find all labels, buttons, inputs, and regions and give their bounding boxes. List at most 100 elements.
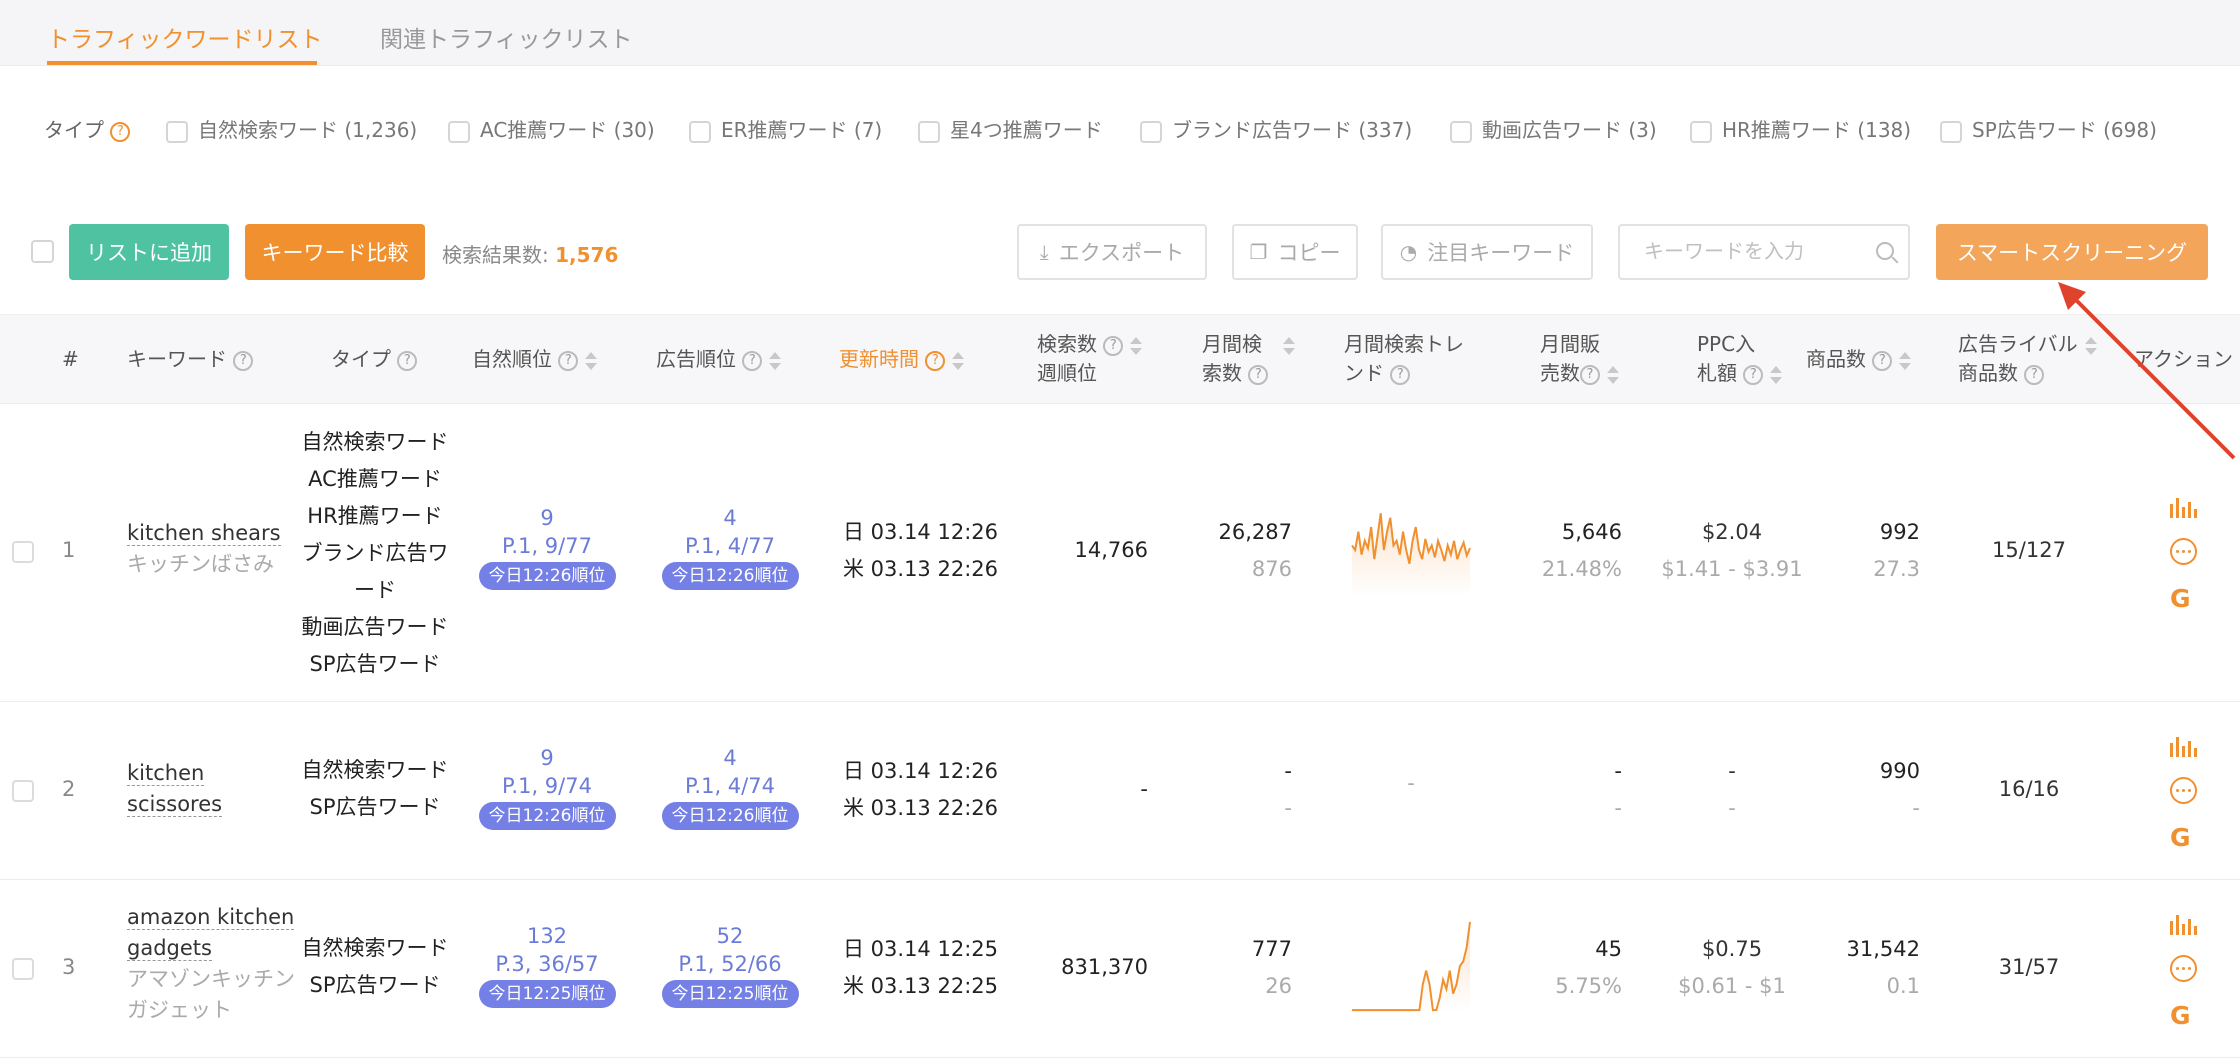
- sort-icon[interactable]: [2084, 336, 2097, 356]
- help-icon[interactable]: ?: [925, 350, 946, 371]
- tab-traffic-words[interactable]: トラフィックワードリスト: [47, 20, 323, 54]
- checkbox[interactable]: [1140, 120, 1162, 143]
- more-icon[interactable]: [2170, 777, 2200, 807]
- rank-badge: 今日12:26順位: [478, 562, 616, 590]
- checkbox[interactable]: [1690, 120, 1712, 143]
- sort-icon[interactable]: [951, 351, 965, 371]
- export-button[interactable]: ⤓ エクスポート: [1017, 224, 1207, 280]
- keyword-link[interactable]: kitchen shears: [127, 521, 281, 546]
- checkbox[interactable]: [166, 120, 188, 143]
- organic-rank[interactable]: 9 P.1, 9/77 今日12:26順位: [472, 504, 622, 590]
- help-icon[interactable]: ?: [1103, 335, 1124, 356]
- col-updated[interactable]: 更新時間 ?: [839, 345, 965, 374]
- type-option-video-ad[interactable]: 動画広告ワード (3): [1450, 114, 1657, 143]
- google-icon[interactable]: G: [2170, 1001, 2200, 1031]
- search-icon[interactable]: [1876, 242, 1894, 260]
- trend-sparkline[interactable]: [1348, 500, 1474, 600]
- copy-button[interactable]: ❐ コピー: [1232, 224, 1358, 280]
- col-ad-rivals[interactable]: 広告ライバル 商品数 ?: [1958, 330, 2097, 388]
- checkbox[interactable]: [1450, 120, 1472, 143]
- help-icon[interactable]: ?: [110, 121, 131, 142]
- row-checkbox[interactable]: [12, 958, 34, 980]
- type-option-organic[interactable]: 自然検索ワード (1,236): [166, 114, 417, 143]
- keyword-types: 自然検索ワード AC推薦ワード HR推薦ワード ブランド広告ワ ード 動画広告ワ…: [301, 430, 449, 676]
- col-weekly-rank[interactable]: 検索数 ? 週順位: [1037, 330, 1143, 388]
- add-to-list-button[interactable]: リストに追加: [69, 224, 229, 280]
- row-checkbox[interactable]: [12, 541, 34, 563]
- help-icon[interactable]: ?: [1580, 364, 1600, 385]
- col-ad-rank[interactable]: 広告順位 ?: [656, 345, 782, 374]
- watch-keyword-button[interactable]: ◔ 注目キーワード: [1381, 224, 1593, 280]
- update-time: 日 03.14 12:26 米 03.13 22:26: [843, 759, 998, 820]
- checkbox[interactable]: [689, 120, 711, 143]
- row-checkbox[interactable]: [12, 780, 34, 802]
- monthly-sales: 5,646 21.48%: [1541, 520, 1622, 581]
- table-header: # キーワード ? タイプ ? 自然順位 ? 広告順位 ? 更新時間 ? 検索数…: [0, 314, 2240, 404]
- type-option-ac[interactable]: AC推薦ワード (30): [448, 114, 655, 143]
- col-monthly-search[interactable]: 月間検 索数 ?: [1202, 330, 1295, 388]
- pie-chart-icon: ◔: [1399, 240, 1418, 264]
- trend-sparkline[interactable]: [1348, 916, 1474, 1016]
- organic-rank[interactable]: 132 P.3, 36/57 今日12:25順位: [472, 922, 622, 1008]
- col-products[interactable]: 商品数 ?: [1806, 345, 1912, 374]
- type-option-star4[interactable]: 星4つ推薦ワード: [918, 114, 1103, 143]
- keyword-link-cont[interactable]: gadgets: [127, 936, 212, 961]
- keyword-types: 自然検索ワード SP広告ワード: [301, 936, 449, 997]
- tab-related-traffic[interactable]: 関連トラフィックリスト: [380, 20, 633, 54]
- ad-rank[interactable]: 4 P.1, 4/74 今日12:26順位: [655, 744, 805, 830]
- bar-chart-icon[interactable]: [2170, 494, 2200, 524]
- row-index: 1: [62, 538, 76, 562]
- sort-icon[interactable]: [1282, 336, 1295, 356]
- more-icon[interactable]: [2170, 955, 2200, 985]
- sort-icon[interactable]: [1606, 365, 1619, 385]
- google-icon[interactable]: G: [2170, 584, 2200, 614]
- keyword-search-input[interactable]: [1644, 226, 1884, 276]
- help-icon[interactable]: ?: [1248, 364, 1269, 385]
- bar-chart-icon[interactable]: [2170, 911, 2200, 941]
- checkbox[interactable]: [448, 120, 470, 143]
- checkbox[interactable]: [1940, 120, 1962, 143]
- sort-icon[interactable]: [768, 351, 782, 371]
- keyword-link[interactable]: amazon kitchen: [127, 905, 295, 930]
- checkbox[interactable]: [918, 120, 940, 143]
- sort-icon[interactable]: [1769, 365, 1783, 385]
- help-icon[interactable]: ?: [1743, 364, 1764, 385]
- help-icon[interactable]: ?: [742, 350, 763, 371]
- help-icon[interactable]: ?: [233, 350, 254, 371]
- ppc-bid: - -: [1728, 759, 1736, 820]
- sort-icon[interactable]: [1129, 336, 1143, 356]
- rank-badge: 今日12:26順位: [661, 802, 799, 830]
- keyword-link[interactable]: kitchen: [127, 761, 205, 786]
- type-option-brand-ad[interactable]: ブランド広告ワード (337): [1140, 114, 1412, 143]
- arrow-head: [2058, 282, 2086, 310]
- sort-icon[interactable]: [1898, 351, 1912, 371]
- help-icon[interactable]: ?: [397, 350, 418, 371]
- result-count: 検索結果数: 1,576: [442, 243, 619, 267]
- help-icon[interactable]: ?: [558, 350, 579, 371]
- keyword-link-cont[interactable]: scissores: [127, 792, 223, 817]
- bar-chart-icon[interactable]: [2170, 733, 2200, 763]
- ad-rank[interactable]: 4 P.1, 4/77 今日12:26順位: [655, 504, 805, 590]
- keyword-cell: kitchen shears キッチンばさみ: [127, 518, 281, 580]
- type-option-hr[interactable]: HR推薦ワード (138): [1690, 114, 1911, 143]
- weekly-rank: 831,370: [1061, 955, 1148, 979]
- col-monthly-sales[interactable]: 月間販 売数?: [1540, 330, 1619, 388]
- more-icon[interactable]: [2170, 538, 2200, 568]
- type-option-sp-ad[interactable]: SP広告ワード (698): [1940, 114, 2157, 143]
- active-tab-indicator: [47, 61, 317, 65]
- col-organic-rank[interactable]: 自然順位 ?: [472, 345, 598, 374]
- update-time: 日 03.14 12:25 米 03.13 22:25: [843, 937, 998, 998]
- ad-rank[interactable]: 52 P.1, 52/66 今日12:25順位: [655, 922, 805, 1008]
- google-icon[interactable]: G: [2170, 823, 2200, 853]
- sort-icon[interactable]: [584, 351, 598, 371]
- col-ppc[interactable]: PPC入 札額 ?: [1697, 330, 1783, 388]
- select-all-checkbox[interactable]: [31, 240, 54, 263]
- organic-rank[interactable]: 9 P.1, 9/74 今日12:26順位: [472, 744, 622, 830]
- products: 992 27.3: [1873, 520, 1920, 581]
- help-icon[interactable]: ?: [1872, 350, 1893, 371]
- smart-screening-button[interactable]: スマートスクリーニング: [1936, 224, 2208, 280]
- keyword-compare-button[interactable]: キーワード比較: [245, 224, 425, 280]
- type-option-er[interactable]: ER推薦ワード (7): [689, 114, 882, 143]
- help-icon[interactable]: ?: [1390, 364, 1411, 385]
- help-icon[interactable]: ?: [2024, 364, 2045, 385]
